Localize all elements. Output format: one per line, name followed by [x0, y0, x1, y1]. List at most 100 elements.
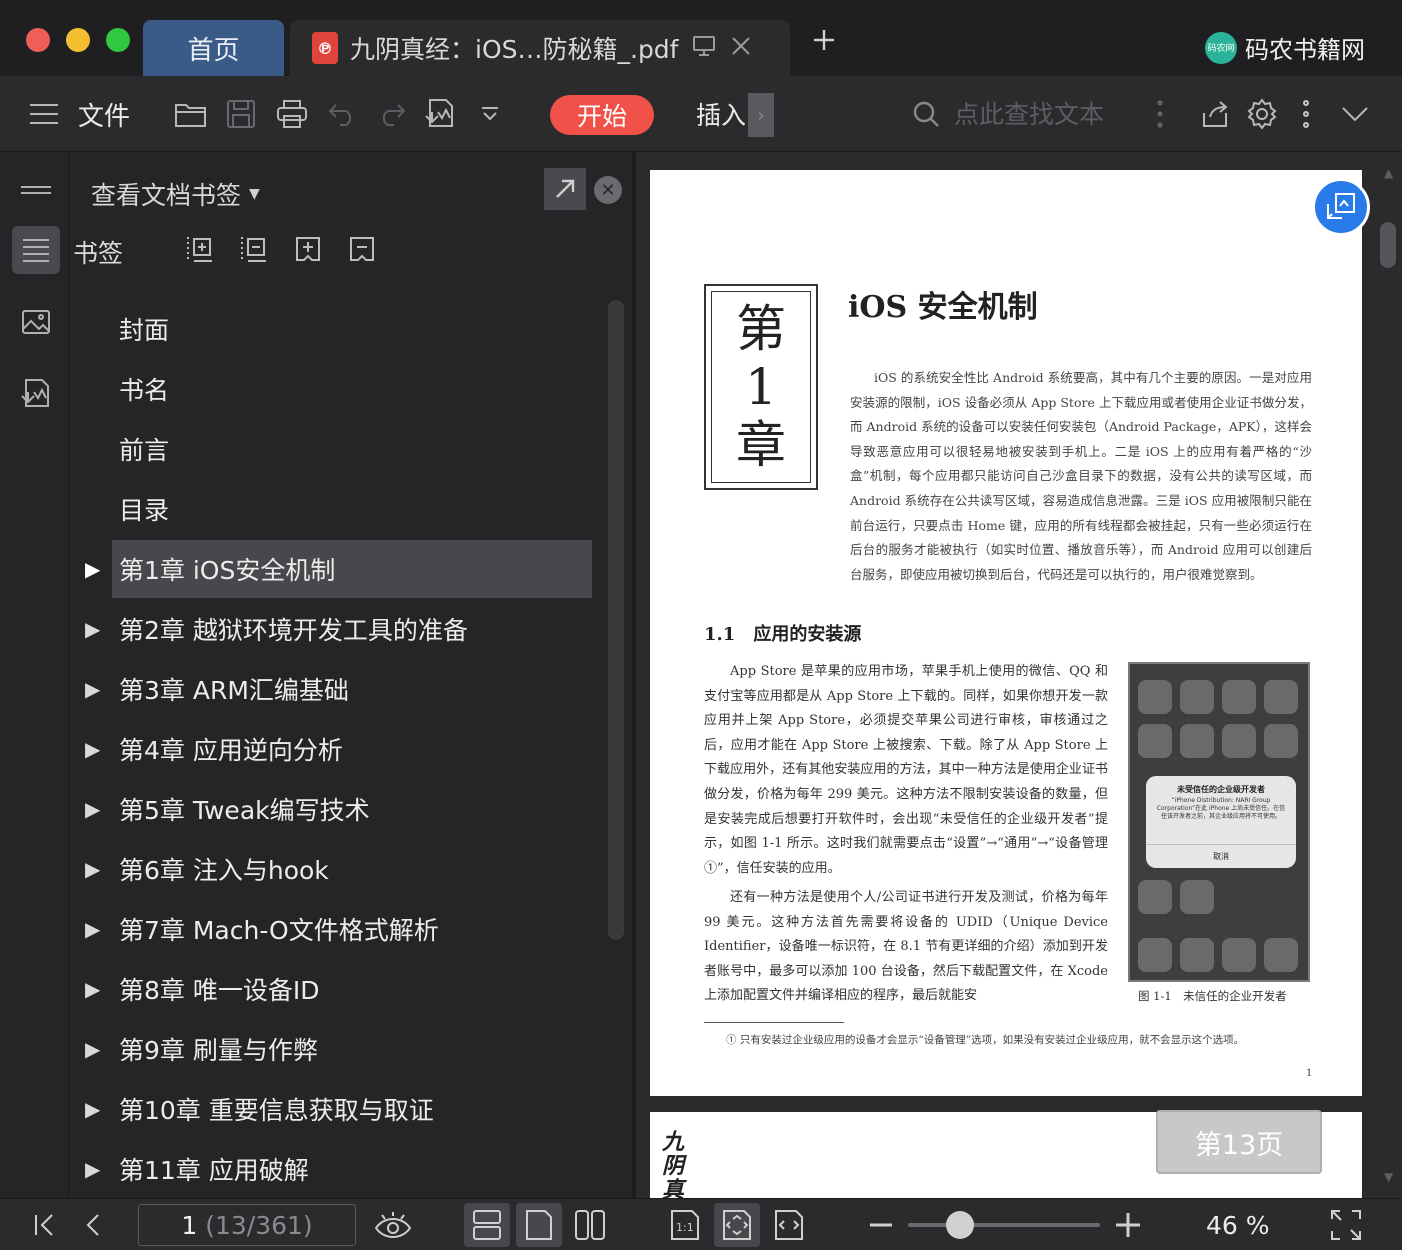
tab-document-label: 九阴真经：iOS…防秘籍_.pdf: [350, 35, 679, 64]
expand-arrow-icon[interactable]: ▶: [85, 600, 103, 658]
tab-document[interactable]: ℗ 九阴真经：iOS…防秘籍_.pdf: [290, 20, 790, 76]
dual-page-button[interactable]: [574, 1199, 606, 1250]
expand-arrow-icon[interactable]: ▶: [85, 1140, 103, 1198]
print-button[interactable]: [276, 76, 308, 152]
bookmark-item[interactable]: 目录: [112, 480, 592, 538]
drag-handle-icon: [21, 186, 51, 194]
scroll-up-arrow[interactable]: ▲: [1384, 166, 1393, 180]
file-menu[interactable]: 文件: [78, 76, 130, 152]
bookmark-item[interactable]: 前言: [112, 420, 592, 478]
share-icon: [1203, 101, 1228, 127]
open-button[interactable]: [174, 76, 208, 152]
zoom-slider-handle[interactable]: [945, 1211, 974, 1239]
fit-width-button[interactable]: [774, 1199, 804, 1250]
rail-thumbnails[interactable]: [12, 298, 60, 346]
previous-page-button[interactable]: [82, 1199, 104, 1250]
redo-icon: [382, 104, 406, 126]
zoom-out-button[interactable]: [868, 1199, 894, 1250]
untrusted-alert: 未受信任的企业级开发者 “iPhone Distribution: NARI G…: [1146, 776, 1296, 868]
tab-close-icon[interactable]: [730, 34, 752, 62]
save-button[interactable]: [226, 76, 256, 152]
tab-insert[interactable]: 插入: [696, 76, 746, 152]
bookmark-item[interactable]: 第6章 注入与hook: [112, 840, 592, 898]
arrow-up-right-icon: [556, 179, 575, 198]
bookmark-panel: 查看文档书签 ▼ ✕ 书签 封面 书名 前言 目录 ▶ 第1章 iOS安全机制 ▶ 第2章 越…: [71, 152, 632, 1198]
remove-bookmark-button[interactable]: [237, 232, 271, 266]
expand-arrow-icon[interactable]: ▶: [85, 1020, 103, 1078]
add-bookmark-button[interactable]: [183, 232, 217, 266]
bookmark-item[interactable]: 第4章 应用逆向分析: [112, 720, 592, 778]
continuous-pages-icon: [473, 1210, 501, 1240]
expand-arrow-icon[interactable]: ▶: [85, 720, 103, 778]
bookmark-item[interactable]: 第2章 越狱环境开发工具的准备: [112, 600, 592, 658]
expand-arrow-icon[interactable]: ▶: [85, 1080, 103, 1138]
menu-button[interactable]: [28, 76, 60, 152]
search-box[interactable]: [912, 76, 1144, 152]
rail-handle[interactable]: [12, 166, 60, 214]
bookmark-view-dropdown[interactable]: 查看文档书签 ▼: [91, 176, 260, 212]
eye-care-button[interactable]: [374, 1199, 412, 1250]
continuous-view-button[interactable]: [464, 1203, 510, 1247]
chapter-intro: iOS 的系统安全性比 Android 系统要高，其中有几个主要的原因。一是对应…: [850, 370, 1312, 582]
bookmark-item[interactable]: 第9章 刷量与作弊: [112, 1020, 592, 1078]
page-number-field[interactable]: 1 (13/361): [138, 1204, 356, 1246]
zoom-level[interactable]: 46 %: [1206, 1199, 1270, 1250]
expand-bookmarks-button[interactable]: [291, 232, 325, 266]
share-button[interactable]: [1200, 76, 1230, 152]
ribbon-scroll-right[interactable]: ›: [748, 93, 774, 137]
scroll-down-arrow[interactable]: ▼: [1384, 1170, 1393, 1184]
first-page-button[interactable]: [32, 1199, 58, 1250]
actual-size-button[interactable]: 1:1: [670, 1199, 700, 1250]
single-page-button[interactable]: [516, 1203, 562, 1247]
document-viewport[interactable]: ▲ ▼ 第 1 章 iOS 安全机制 iOS 的系统安全性比 Android 系…: [636, 152, 1402, 1198]
bookmark-item[interactable]: 第10章 重要信息获取与取证: [112, 1080, 592, 1138]
bookmark-item[interactable]: 第1章 iOS安全机制: [112, 540, 592, 598]
zoom-in-button[interactable]: [1114, 1199, 1142, 1250]
app-icon-grid: [1138, 680, 1302, 758]
fullscreen-button[interactable]: [1330, 1199, 1362, 1250]
bookmark-item[interactable]: 第7章 Mach-O文件格式解析: [112, 900, 592, 958]
bookmark-item[interactable]: 第3章 ARM汇编基础: [112, 660, 592, 718]
bookmark-item[interactable]: 封面: [112, 300, 592, 358]
search-input[interactable]: [954, 99, 1144, 129]
settings-button[interactable]: [1246, 76, 1278, 152]
new-tab-button[interactable]: [812, 28, 836, 58]
bookmark-item[interactable]: 第5章 Tweak编写技术: [112, 780, 592, 838]
bookmark-scrollbar[interactable]: [608, 300, 624, 940]
bookmark-item[interactable]: 第11章 应用破解: [112, 1140, 592, 1198]
redo-button[interactable]: [376, 76, 406, 152]
bookmark-plus-icon: [296, 237, 320, 261]
monitor-icon[interactable]: [692, 35, 716, 61]
expand-arrow-icon[interactable]: ▶: [85, 780, 103, 838]
expand-arrow-icon[interactable]: ▶: [85, 540, 103, 598]
float-convert-button[interactable]: [1312, 178, 1370, 236]
undo-button[interactable]: [328, 76, 358, 152]
chevron-left-icon: [86, 1214, 99, 1236]
close-window-button[interactable]: [26, 28, 50, 52]
more-options-button[interactable]: [1302, 76, 1310, 152]
export-button[interactable]: [424, 76, 456, 152]
svg-text:1:1: 1:1: [676, 1221, 694, 1234]
more-tools-dropdown[interactable]: [480, 76, 500, 152]
document-scrollbar[interactable]: [1380, 222, 1396, 268]
zoom-slider-track[interactable]: [908, 1223, 1100, 1227]
expand-arrow-icon[interactable]: ▶: [85, 840, 103, 898]
tab-start[interactable]: 开始: [550, 95, 654, 135]
fit-page-button[interactable]: [714, 1203, 760, 1247]
zoom-window-button[interactable]: [106, 28, 130, 52]
tab-home[interactable]: 首页: [143, 20, 284, 76]
panel-popout-button[interactable]: [544, 168, 586, 210]
expand-arrow-icon[interactable]: ▶: [85, 960, 103, 1018]
panel-close-icon[interactable]: ✕: [594, 176, 622, 204]
rail-signature[interactable]: [12, 370, 60, 418]
minimize-window-button[interactable]: [66, 28, 90, 52]
collapse-toolbar-button[interactable]: [1340, 76, 1370, 152]
bookmark-item-label: 第4章 应用逆向分析: [119, 736, 343, 765]
collapse-bookmarks-button[interactable]: [345, 232, 379, 266]
image-icon: [22, 310, 50, 334]
bookmark-item[interactable]: 书名: [112, 360, 592, 418]
expand-arrow-icon[interactable]: ▶: [85, 900, 103, 958]
rail-bookmarks[interactable]: [12, 226, 60, 274]
bookmark-item[interactable]: 第8章 唯一设备ID: [112, 960, 592, 1018]
expand-arrow-icon[interactable]: ▶: [85, 660, 103, 718]
